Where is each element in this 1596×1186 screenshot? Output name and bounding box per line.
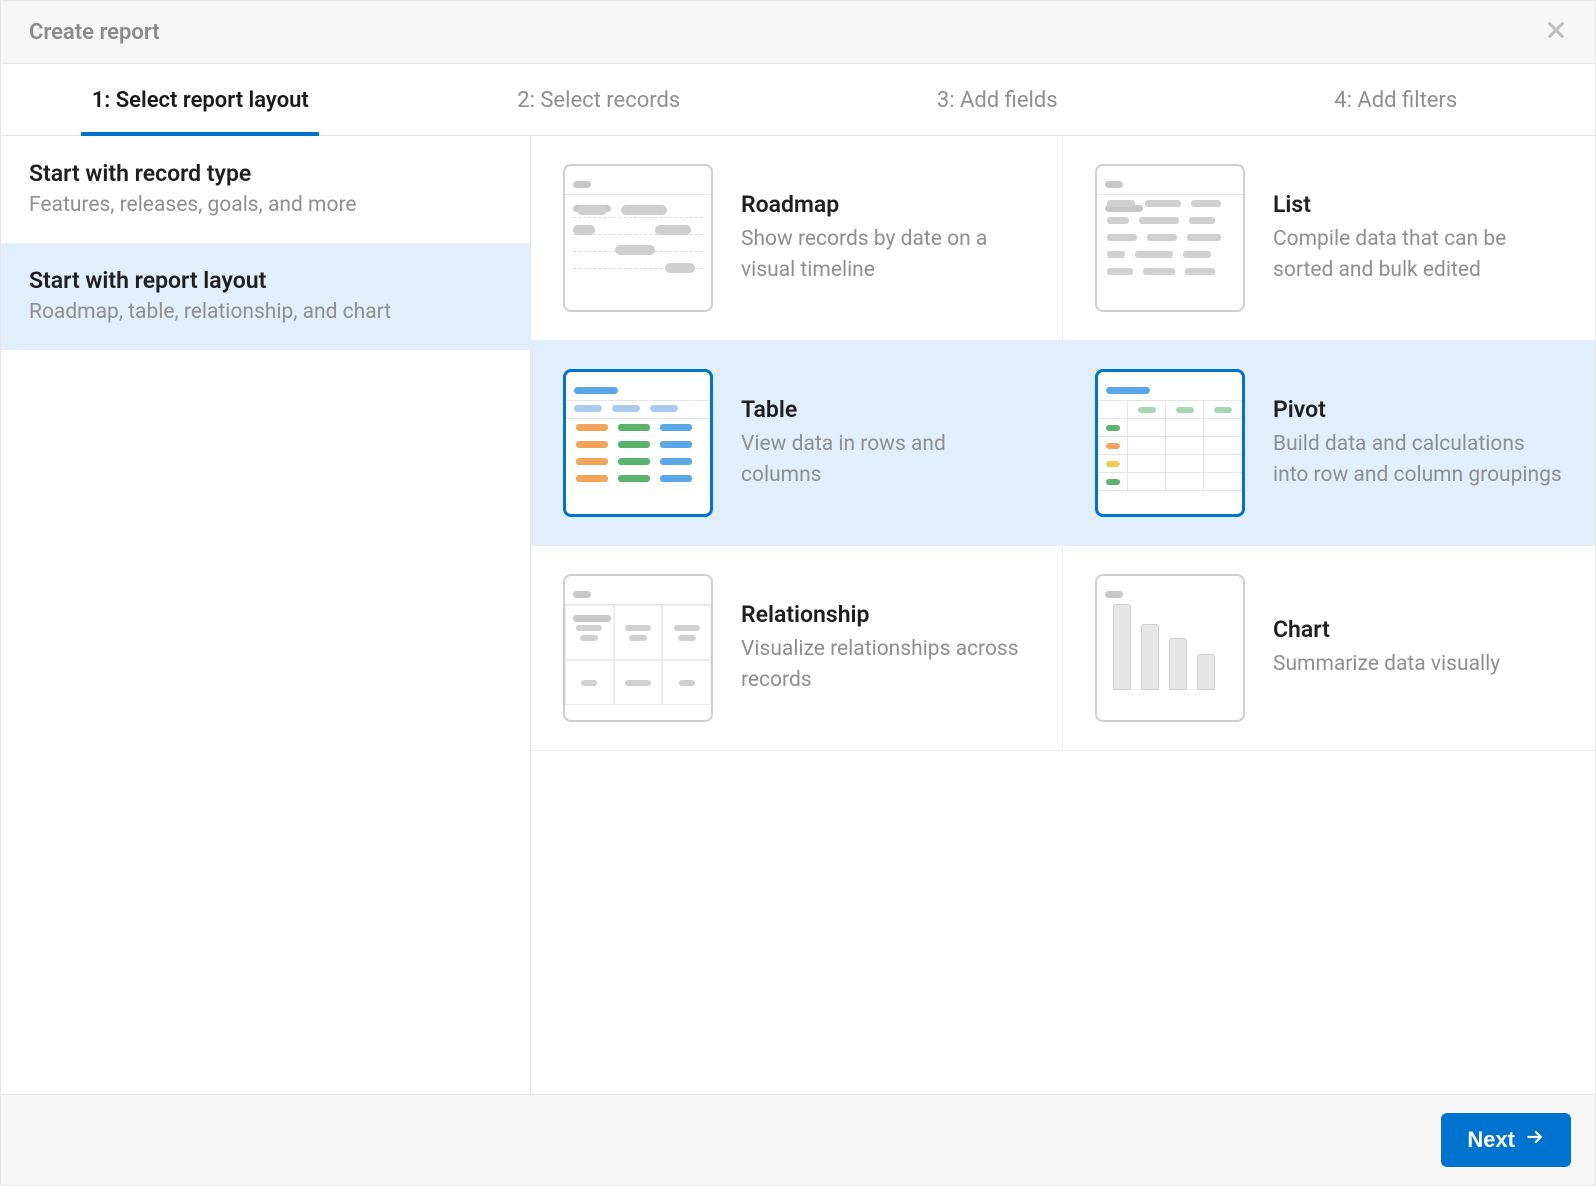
step-add-filters[interactable]: 4: Add filters <box>1197 64 1596 135</box>
step-select-layout[interactable]: 1: Select report layout <box>1 64 400 135</box>
step-label: 4: Add filters <box>1334 88 1457 113</box>
step-label: 3: Add fields <box>937 88 1058 113</box>
wizard-steps: 1: Select report layout 2: Select record… <box>1 64 1595 136</box>
layout-option-relationship[interactable]: Relationship Visualize relationships acr… <box>531 546 1063 751</box>
sidebar-option-record-type[interactable]: Start with record type Features, release… <box>1 136 530 243</box>
sidebar-option-title: Start with record type <box>29 160 502 187</box>
layout-desc: Compile data that can be sorted and bulk… <box>1273 224 1563 285</box>
step-select-records[interactable]: 2: Select records <box>400 64 799 135</box>
layout-name: Relationship <box>741 601 1030 628</box>
sidebar-option-desc: Features, releases, goals, and more <box>29 193 502 217</box>
table-icon <box>563 369 713 517</box>
layout-option-chart[interactable]: Chart Summarize data visually <box>1063 546 1595 751</box>
layout-grid: Roadmap Show records by date on a visual… <box>531 136 1595 1094</box>
list-icon <box>1095 164 1245 312</box>
pivot-icon <box>1095 369 1245 517</box>
roadmap-icon <box>563 164 713 312</box>
sidebar-option-report-layout[interactable]: Start with report layout Roadmap, table,… <box>1 243 530 350</box>
layout-name: List <box>1273 191 1563 218</box>
modal-header: Create report <box>1 1 1595 64</box>
layout-option-pivot[interactable]: Pivot Build data and calculations into r… <box>1063 341 1595 546</box>
next-button[interactable]: Next <box>1441 1113 1571 1167</box>
create-report-modal: Create report 1: Select report layout 2:… <box>0 0 1596 1186</box>
modal-title: Create report <box>29 20 160 45</box>
layout-name: Roadmap <box>741 191 1030 218</box>
layout-name: Pivot <box>1273 396 1563 423</box>
close-icon <box>1545 26 1567 45</box>
layout-option-list[interactable]: List Compile data that can be sorted and… <box>1063 136 1595 341</box>
layout-desc: Visualize relationships across records <box>741 634 1030 695</box>
layout-desc: Show records by date on a visual timelin… <box>741 224 1030 285</box>
modal-body: Start with record type Features, release… <box>1 136 1595 1094</box>
layout-desc: Build data and calculations into row and… <box>1273 429 1563 490</box>
arrow-right-icon <box>1525 1127 1545 1153</box>
step-label: 2: Select records <box>517 88 680 113</box>
chart-icon <box>1095 574 1245 722</box>
next-button-label: Next <box>1467 1127 1515 1153</box>
modal-footer: Next <box>1 1094 1595 1185</box>
sidebar: Start with record type Features, release… <box>1 136 531 1094</box>
layout-option-roadmap[interactable]: Roadmap Show records by date on a visual… <box>531 136 1063 341</box>
layout-name: Table <box>741 396 1030 423</box>
layout-desc: Summarize data visually <box>1273 649 1500 679</box>
relationship-icon <box>563 574 713 722</box>
close-button[interactable] <box>1545 19 1567 45</box>
layout-desc: View data in rows and columns <box>741 429 1030 490</box>
sidebar-option-desc: Roadmap, table, relationship, and chart <box>29 300 502 324</box>
step-label: 1: Select report layout <box>92 88 309 113</box>
step-add-fields[interactable]: 3: Add fields <box>798 64 1197 135</box>
layout-name: Chart <box>1273 616 1500 643</box>
layout-option-table[interactable]: Table View data in rows and columns <box>531 341 1063 546</box>
sidebar-option-title: Start with report layout <box>29 267 502 294</box>
